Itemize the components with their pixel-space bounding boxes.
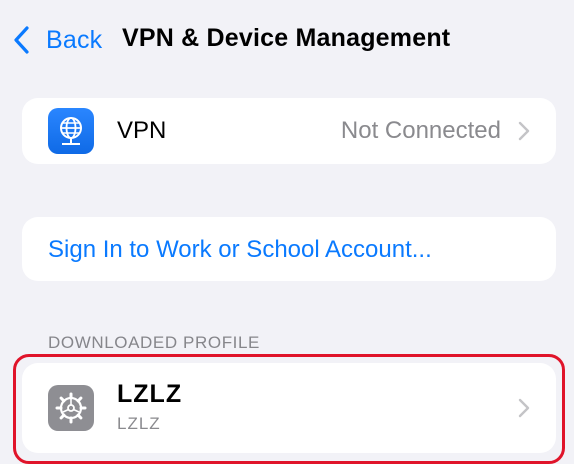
section-header-downloaded-profile: DOWNLOADED PROFILE <box>48 333 260 352</box>
sign-in-row[interactable]: Sign In to Work or School Account... <box>22 217 556 281</box>
profile-name: LZLZ <box>117 380 183 408</box>
navigation-bar: Back VPN & Device Management <box>0 0 574 80</box>
profile-subtitle: LZLZ <box>117 414 161 433</box>
profile-row[interactable]: LZLZ LZLZ <box>22 363 556 453</box>
chevron-right-icon <box>518 121 530 141</box>
vpn-status: Not Connected <box>340 117 501 144</box>
chevron-left-icon <box>14 26 29 54</box>
back-button[interactable]: Back <box>12 22 102 58</box>
vpn-globe-icon <box>48 108 94 154</box>
vpn-row[interactable]: VPN Not Connected <box>22 98 556 164</box>
vpn-label: VPN <box>117 117 167 144</box>
page-title: VPN & Device Management <box>122 24 451 52</box>
chevron-right-icon <box>518 398 530 418</box>
settings-gear-icon <box>48 385 94 431</box>
sign-in-work-school-link[interactable]: Sign In to Work or School Account... <box>48 236 432 264</box>
back-label: Back <box>46 25 103 54</box>
